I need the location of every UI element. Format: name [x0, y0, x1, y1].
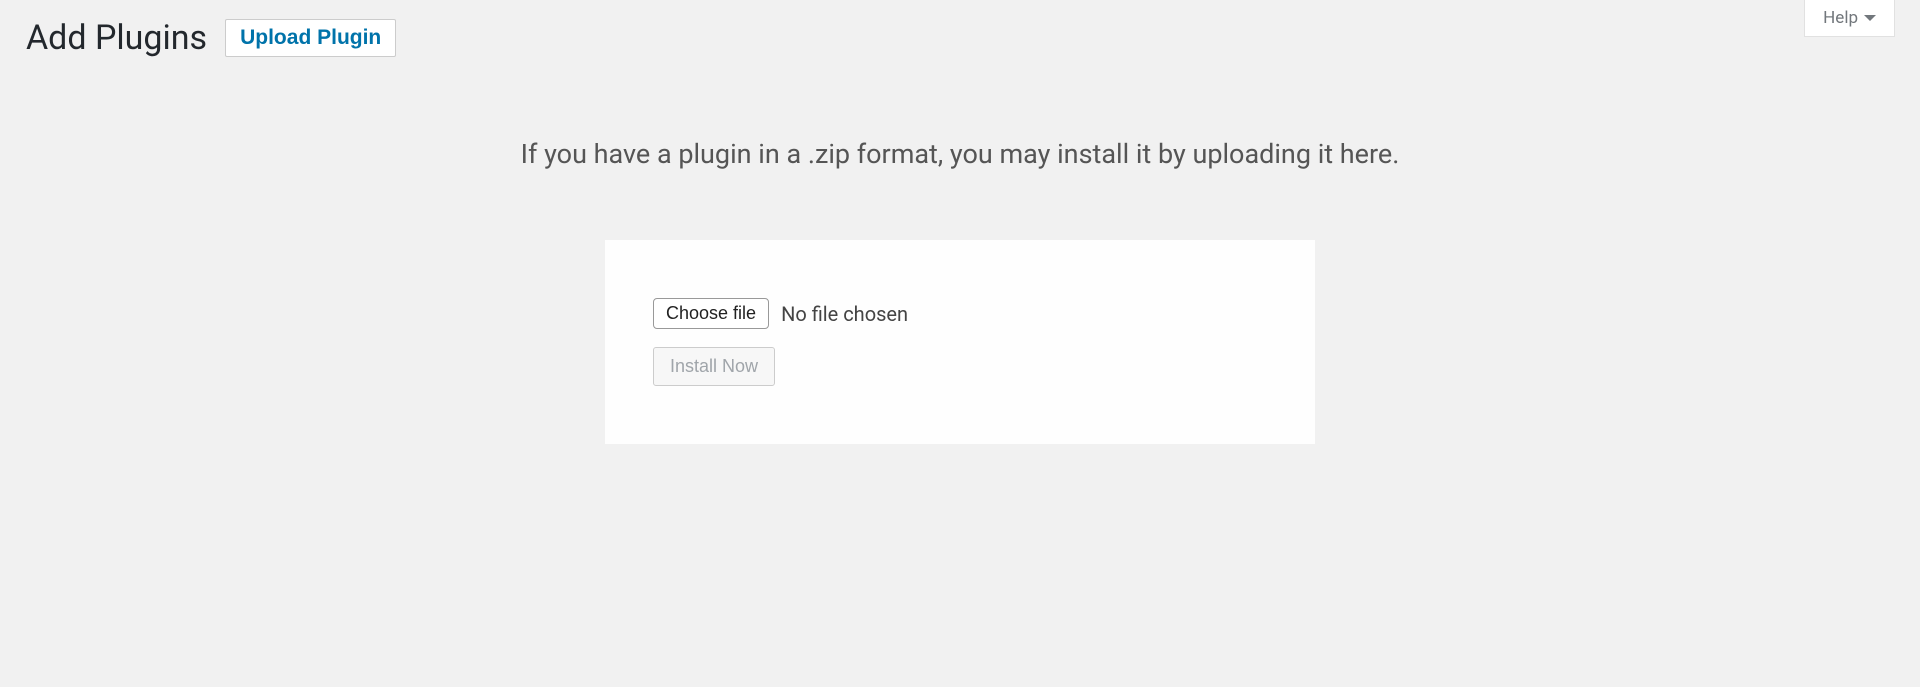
- page-header: Add Plugins Upload Plugin: [26, 18, 1894, 58]
- page-title: Add Plugins: [26, 18, 207, 58]
- upload-plugin-button[interactable]: Upload Plugin: [225, 19, 396, 57]
- chevron-down-icon: [1864, 15, 1876, 21]
- help-tab[interactable]: Help: [1804, 0, 1895, 37]
- help-label: Help: [1823, 8, 1858, 28]
- upload-description: If you have a plugin in a .zip format, y…: [26, 138, 1894, 170]
- no-file-chosen-text: No file chosen: [781, 302, 908, 326]
- choose-file-button[interactable]: Choose file: [653, 298, 769, 329]
- file-input-row: Choose file No file chosen: [653, 298, 1267, 329]
- upload-form: Choose file No file chosen Install Now: [605, 240, 1315, 444]
- upload-section: If you have a plugin in a .zip format, y…: [26, 138, 1894, 444]
- install-now-button[interactable]: Install Now: [653, 347, 775, 386]
